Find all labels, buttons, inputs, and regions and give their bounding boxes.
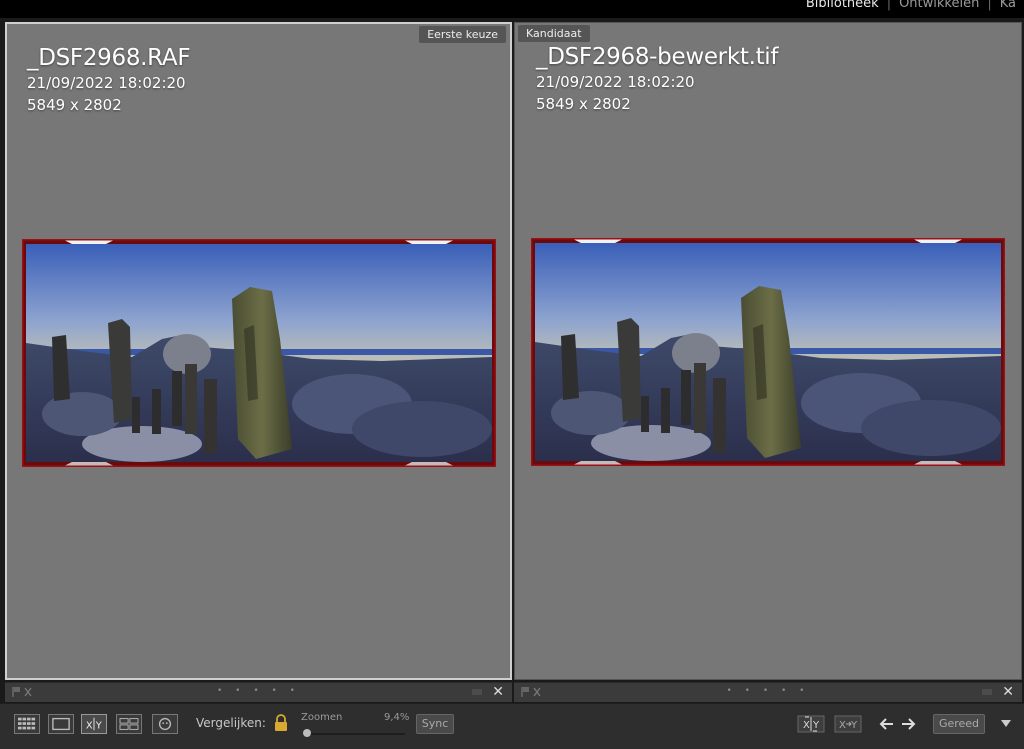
candidate-dimensions: 5849 x 2802 [536,95,631,113]
lock-icon[interactable] [273,713,289,733]
color-label-swatch[interactable] [472,689,482,695]
candidate-datetime: 21/09/2022 18:02:20 [536,73,695,91]
zoom-slider-track[interactable] [305,733,405,735]
close-icon[interactable]: ✕ [1002,683,1014,701]
select-info-overlay: _DSF2968.RAF 21/09/2022 18:02:20 5849 x … [27,44,191,116]
loupe-view-icon[interactable] [48,714,74,734]
svg-text:X: X [86,721,93,732]
swap-icon[interactable]: X Y [797,715,825,733]
select-pane[interactable]: Eerste keuze _DSF2968.RAF 21/09/2022 18:… [5,22,512,680]
compare-view-icon[interactable]: X Y [81,714,107,734]
module-picker: Bibliotheek | Ontwikkelen | Ka [798,0,1024,12]
rating-stars[interactable]: • • • • • [727,686,810,696]
done-button[interactable]: Gereed [933,714,985,734]
rating-stars[interactable]: • • • • • [217,686,300,696]
flag-icon[interactable] [520,686,542,698]
zoom-label: Zoomen [301,712,343,723]
people-view-icon[interactable] [152,714,178,734]
svg-text:X: X [839,720,846,731]
svg-text:X: X [803,720,810,731]
candidate-filename: _DSF2968-bewerkt.tif [536,44,779,70]
arrow-left-icon[interactable] [878,717,894,731]
candidate-pane-footer: • • • • • ✕ [514,682,1022,702]
candidate-tag: Kandidaat [518,25,590,42]
bottom-toolbar: X Y Vergelijken: Zoomen 9,4% Sync X Y X … [0,703,1024,749]
color-label-swatch[interactable] [982,689,992,695]
survey-view-icon[interactable] [116,714,142,734]
module-bar: Bibliotheek | Ontwikkelen | Ka [0,0,1024,18]
candidate-pane[interactable]: Kandidaat _DSF2968-bewerkt.tif 21/09/202… [514,22,1022,680]
candidate-info-overlay: _DSF2968-bewerkt.tif 21/09/2022 18:02:20… [536,43,779,115]
module-map[interactable]: Ka [992,0,1024,11]
select-photo[interactable] [22,239,496,467]
chevron-down-icon[interactable] [1000,719,1012,728]
zoom-value: 9,4% [384,712,410,723]
svg-text:Y: Y [95,721,103,732]
select-pane-footer: • • • • • ✕ [5,682,512,702]
candidate-photo[interactable] [531,238,1005,466]
module-develop[interactable]: Ontwikkelen [891,0,987,11]
select-datetime: 21/09/2022 18:02:20 [27,74,186,92]
svg-text:Y: Y [812,720,820,731]
module-library[interactable]: Bibliotheek [798,0,887,11]
grid-view-icon[interactable] [14,714,40,734]
zoom-slider-handle[interactable] [303,729,311,737]
make-select-icon[interactable]: X Y [834,715,862,733]
flag-icon[interactable] [11,686,33,698]
svg-text:Y: Y [850,720,858,731]
select-filename: _DSF2968.RAF [27,45,191,71]
select-dimensions: 5849 x 2802 [27,96,122,114]
close-icon[interactable]: ✕ [492,683,504,701]
arrow-right-icon[interactable] [901,717,917,731]
compare-label: Vergelijken: [196,716,266,730]
select-tag: Eerste keuze [419,26,506,43]
sync-button[interactable]: Sync [416,714,454,734]
